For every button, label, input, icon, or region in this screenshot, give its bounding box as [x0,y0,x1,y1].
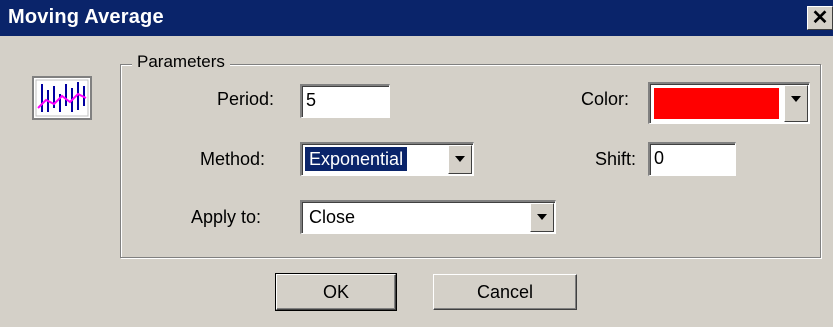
chevron-down-icon[interactable] [784,85,808,122]
period-input[interactable]: 5 [300,84,390,118]
method-label: Method: [200,149,266,169]
shift-label: Shift: [595,149,637,169]
chevron-down-icon[interactable] [448,145,472,174]
apply-to-select[interactable]: Close [300,200,556,234]
window-title: Moving Average [8,6,164,28]
cancel-button[interactable]: Cancel [433,274,577,310]
method-select[interactable]: Exponential [300,142,474,176]
color-swatch [654,88,779,119]
title-bar: Moving Average ✕ [0,0,833,36]
parameters-group-label: Parameters [132,52,230,72]
apply-to-label: Apply to: [191,207,262,227]
shift-input[interactable]: 0 [648,142,736,176]
close-button[interactable]: ✕ [807,6,833,30]
moving-average-chart-icon [32,76,92,120]
period-label: Period: [217,89,275,109]
apply-to-value: Close [309,207,356,227]
close-icon: ✕ [811,7,829,29]
ok-button[interactable]: OK [275,273,397,311]
method-value: Exponential [305,147,408,171]
color-label: Color: [581,89,630,109]
chevron-down-icon[interactable] [530,203,554,232]
color-select[interactable] [648,82,810,124]
